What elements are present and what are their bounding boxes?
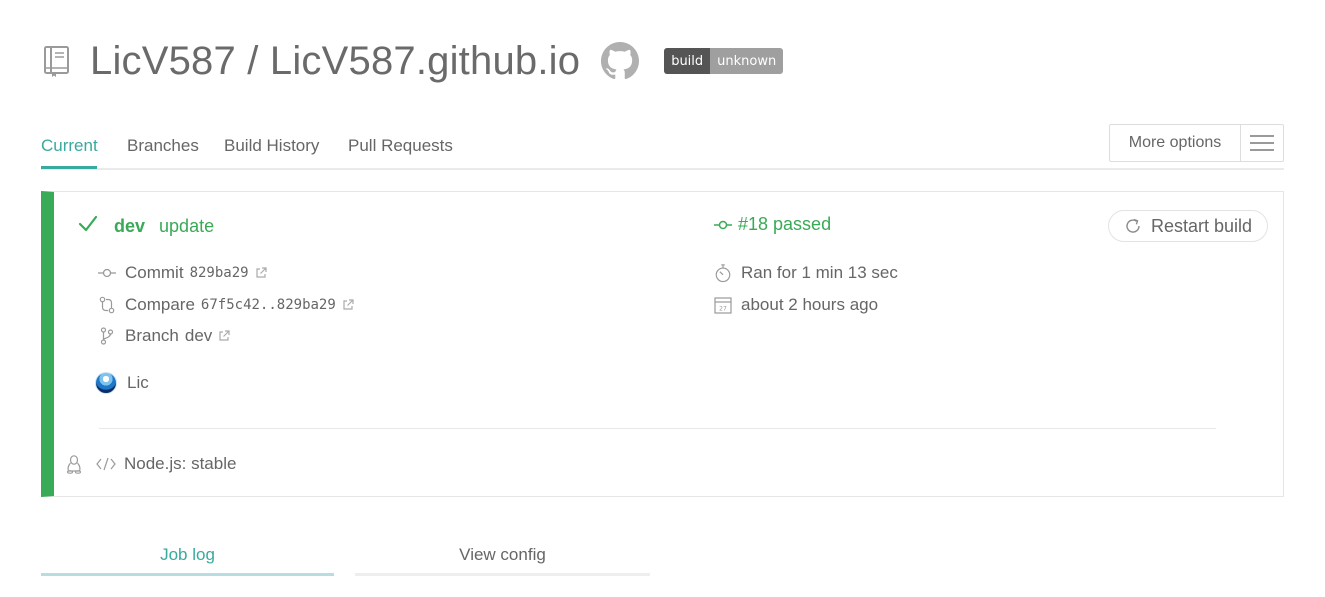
calendar-icon: 27 (714, 296, 732, 314)
more-options-label: More options (1110, 125, 1241, 161)
tab-view-config[interactable]: View config (355, 536, 650, 576)
tab-branches[interactable]: Branches (127, 136, 199, 156)
compare-range-link[interactable]: 67f5c42..829ba29 (201, 297, 336, 313)
external-link-icon[interactable] (255, 267, 267, 279)
branch-label: Branch (125, 326, 179, 345)
external-link-icon[interactable] (342, 299, 354, 311)
code-icon (96, 457, 116, 471)
active-tab-indicator (41, 166, 97, 169)
badge-label: build (664, 48, 711, 74)
tab-job-log[interactable]: Job log (41, 536, 334, 576)
hamburger-menu-icon[interactable] (1241, 125, 1283, 161)
compare-label: Compare (125, 295, 195, 314)
author-name: Lic (127, 373, 149, 392)
linux-icon (66, 454, 82, 474)
restart-build-label: Restart build (1150, 215, 1253, 236)
build-number-label: #18 passed (738, 214, 832, 234)
badge-value: unknown (710, 48, 784, 74)
finished-text: about 2 hours ago (741, 295, 879, 314)
repo-title[interactable]: LicV587 / LicV587.github.io (90, 39, 580, 84)
build-status-badge[interactable]: build unknown (664, 48, 784, 74)
branch-icon (98, 327, 116, 345)
commit-sha-link[interactable]: 829ba29 (190, 265, 249, 281)
checkmark-icon (78, 215, 98, 238)
more-options-button[interactable]: More options (1109, 124, 1284, 162)
author-row: Lic (95, 372, 149, 394)
github-icon[interactable] (600, 41, 640, 81)
branch-value-link[interactable]: dev (185, 326, 212, 346)
avatar (95, 372, 117, 394)
compare-row: Compare 67f5c42..829ba29 (98, 295, 354, 315)
tab-current[interactable]: Current (41, 136, 98, 156)
svg-text:27: 27 (719, 306, 727, 313)
external-link-icon[interactable] (218, 330, 230, 342)
restart-build-button[interactable]: Restart build (1108, 210, 1268, 242)
environment-label: Node.js: stable (124, 454, 237, 473)
build-number-status[interactable]: #18 passed (714, 214, 831, 235)
compare-icon (98, 296, 116, 314)
tab-pull-requests[interactable]: Pull Requests (348, 136, 453, 156)
duration-text: Ran for 1 min 13 sec (741, 263, 898, 282)
commit-label: Commit (125, 263, 184, 282)
repo-tabs: Current Branches Build History Pull Requ… (41, 124, 1284, 170)
tab-build-history[interactable]: Build History (224, 136, 319, 156)
commit-message: update (159, 215, 215, 236)
branch-row: Branch dev (98, 326, 230, 346)
repo-header: LicV587 / LicV587.github.io build unknow… (42, 34, 784, 88)
restart-icon (1124, 217, 1142, 235)
build-summary-card: dev update Commit 829ba29 Compare 67f5c4… (41, 191, 1284, 497)
branch-name-link[interactable]: dev (114, 216, 145, 237)
repo-book-icon (42, 44, 72, 78)
job-view-tabs: Job log View config (41, 536, 651, 578)
commit-row: Commit 829ba29 (98, 263, 267, 283)
stopwatch-icon (714, 264, 732, 283)
commit-icon (98, 264, 116, 282)
card-divider (99, 428, 1216, 429)
commit-icon (714, 220, 732, 230)
finished-row: 27 about 2 hours ago (714, 295, 878, 315)
environment-row: Node.js: stable (66, 454, 236, 474)
build-status-row: dev update (78, 214, 214, 238)
duration-row: Ran for 1 min 13 sec (714, 263, 898, 283)
